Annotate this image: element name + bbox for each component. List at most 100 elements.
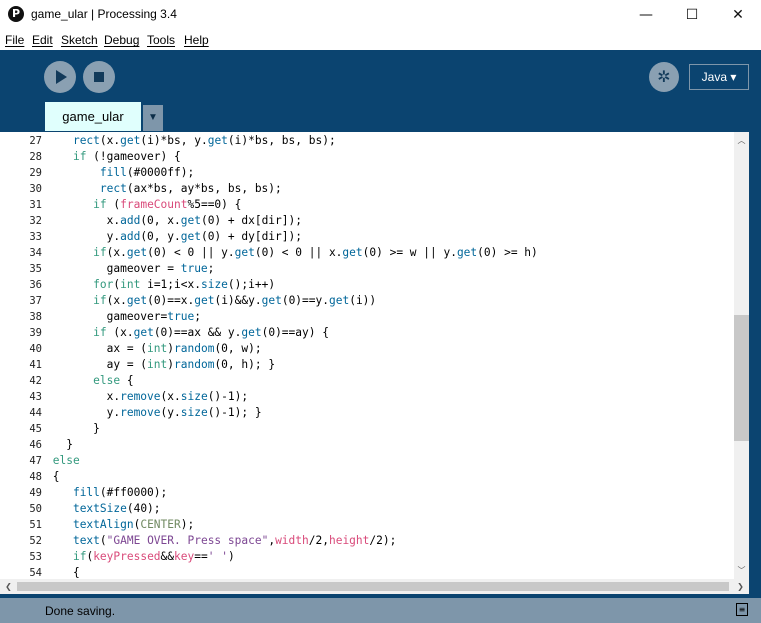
code-line[interactable]: if (x.get(0)==ax && y.get(0)==ay) { <box>46 325 329 341</box>
code-line[interactable]: fill(#0000ff); <box>46 165 194 181</box>
code-token: (i)*bs, bs, bs); <box>227 134 336 147</box>
code-token: "GAME OVER. Press space" <box>106 534 269 547</box>
menu-sketch[interactable]: Sketch <box>61 33 98 47</box>
code-line[interactable]: if(x.get(0) < 0 || y.get(0) < 0 || x.get… <box>46 245 538 261</box>
code-token: keyPressed <box>93 550 161 563</box>
menu-debug[interactable]: Debug <box>104 33 139 47</box>
code-line[interactable]: } <box>46 437 73 453</box>
code-line[interactable]: x.remove(x.size()-1); <box>46 389 249 405</box>
code-line[interactable]: ay = (int)random(0, h); } <box>46 357 275 373</box>
processing-app-icon: P <box>8 6 24 22</box>
scroll-left-icon[interactable]: ❮ <box>1 579 16 594</box>
scroll-right-icon[interactable]: ❯ <box>733 579 748 594</box>
code-token: (y. <box>160 406 181 419</box>
code-token: (x. <box>106 294 127 307</box>
code-line[interactable]: for(int i=1;i<x.size();i++) <box>46 277 275 293</box>
code-token: (x. <box>160 390 181 403</box>
code-token: if <box>72 150 87 163</box>
code-token: get <box>207 134 228 147</box>
code-token: ()-1); <box>207 390 249 403</box>
code-line[interactable]: x.add(0, x.get(0) + dx[dir]); <box>46 213 302 229</box>
code-line[interactable]: fill(#ff0000); <box>46 485 167 501</box>
code-token: fill <box>99 166 127 179</box>
minimize-icon[interactable]: — <box>623 0 669 30</box>
code-line[interactable]: gameover = true; <box>46 261 215 277</box>
console-icon[interactable]: ≡ <box>736 603 748 616</box>
menu-help[interactable]: Help <box>184 33 209 47</box>
vertical-scroll-thumb[interactable] <box>734 315 749 441</box>
code-line[interactable]: if (!gameover) { <box>46 149 181 165</box>
code-line[interactable]: else { <box>46 373 133 389</box>
code-token: (!gameover) { <box>86 150 181 163</box>
tab-game-ular[interactable]: game_ular <box>45 102 141 131</box>
code-line[interactable]: { <box>46 469 60 485</box>
menu-edit[interactable]: Edit <box>32 33 53 47</box>
stop-button[interactable] <box>83 61 115 93</box>
code-token: (0) >= h) <box>477 246 538 259</box>
menu-file[interactable]: File <box>5 33 24 47</box>
code-line[interactable]: if(x.get(0)==x.get(i)&&y.get(0)==y.get(i… <box>46 293 376 309</box>
title-bar: P game_ular | Processing 3.4 — ☐ ✕ <box>0 0 761 30</box>
code-token: get <box>126 294 148 307</box>
code-line[interactable]: text("GAME OVER. Press space",width/2,he… <box>46 533 396 549</box>
code-token: } <box>46 438 73 451</box>
code-line[interactable]: y.remove(y.size()-1); } <box>46 405 262 421</box>
code-token: ()-1); } <box>207 406 262 419</box>
line-number: 33 <box>29 231 42 243</box>
code-token: int <box>147 358 168 371</box>
line-number: 31 <box>29 199 42 211</box>
code-token: (0) >= w || y. <box>362 246 457 259</box>
line-number: 43 <box>29 391 42 403</box>
code-token: int <box>120 278 141 291</box>
code-line[interactable]: rect(ax*bs, ay*bs, bs, bs); <box>46 181 282 197</box>
debugger-button[interactable]: ✲ <box>649 62 679 92</box>
menu-tools[interactable]: Tools <box>147 33 175 47</box>
line-number: 37 <box>29 295 42 307</box>
line-number: 52 <box>29 535 42 547</box>
code-line[interactable]: textSize(40); <box>46 501 161 517</box>
code-line[interactable]: textAlign(CENTER); <box>46 517 194 533</box>
code-line[interactable]: y.add(0, y.get(0) + dy[dir]); <box>46 229 302 245</box>
code-line[interactable]: ax = (int)random(0, w); <box>46 341 262 357</box>
run-button[interactable] <box>44 61 76 93</box>
scroll-down-icon[interactable]: ﹀ <box>734 563 749 578</box>
chevron-down-icon: ▼ <box>148 112 158 123</box>
window-title: game_ular | Processing 3.4 <box>31 7 177 21</box>
code-line[interactable]: else <box>46 453 80 469</box>
butterfly-icon: ✲ <box>657 67 671 86</box>
code-token: (0)==ax && y. <box>153 326 242 339</box>
code-token: (0)==ay) { <box>261 326 329 339</box>
code-token: (40); <box>126 502 161 515</box>
code-token: x. <box>46 390 121 403</box>
tab-menu-button[interactable]: ▼ <box>143 105 163 131</box>
code-token: if <box>93 246 107 259</box>
code-line[interactable]: rect(x.get(i)*bs, y.get(i)*bs, bs, bs); <box>46 133 336 149</box>
menu-bar: File Edit Sketch Debug Tools Help <box>0 30 761 50</box>
line-number: 41 <box>29 359 42 371</box>
close-icon[interactable]: ✕ <box>715 0 761 30</box>
code-token: height <box>328 534 370 547</box>
code-token: (0)==x. <box>147 294 195 307</box>
code-line[interactable]: if (frameCount%5==0) { <box>46 197 241 213</box>
code-token: get <box>120 134 141 147</box>
code-editor[interactable]: rect(x.get(i)*bs, y.get(i)*bs, bs, bs); … <box>46 132 734 579</box>
code-token: if <box>72 550 87 563</box>
code-token: random <box>174 358 215 371</box>
code-token: key <box>174 550 195 563</box>
code-line[interactable]: { <box>46 565 80 579</box>
horizontal-scroll-thumb[interactable] <box>17 582 729 591</box>
scroll-up-icon[interactable]: ︿ <box>734 133 749 148</box>
code-line[interactable]: } <box>46 421 100 437</box>
maximize-icon[interactable]: ☐ <box>669 0 715 30</box>
mode-selector[interactable]: Java ▾ <box>689 64 749 90</box>
code-token: for <box>93 278 114 291</box>
line-number: 27 <box>29 135 42 147</box>
code-line[interactable]: if(keyPressed&&key==' ') <box>46 549 235 565</box>
code-token: get <box>328 294 350 307</box>
code-token: (x. <box>106 246 127 259</box>
code-line[interactable]: gameover=true; <box>46 309 201 325</box>
